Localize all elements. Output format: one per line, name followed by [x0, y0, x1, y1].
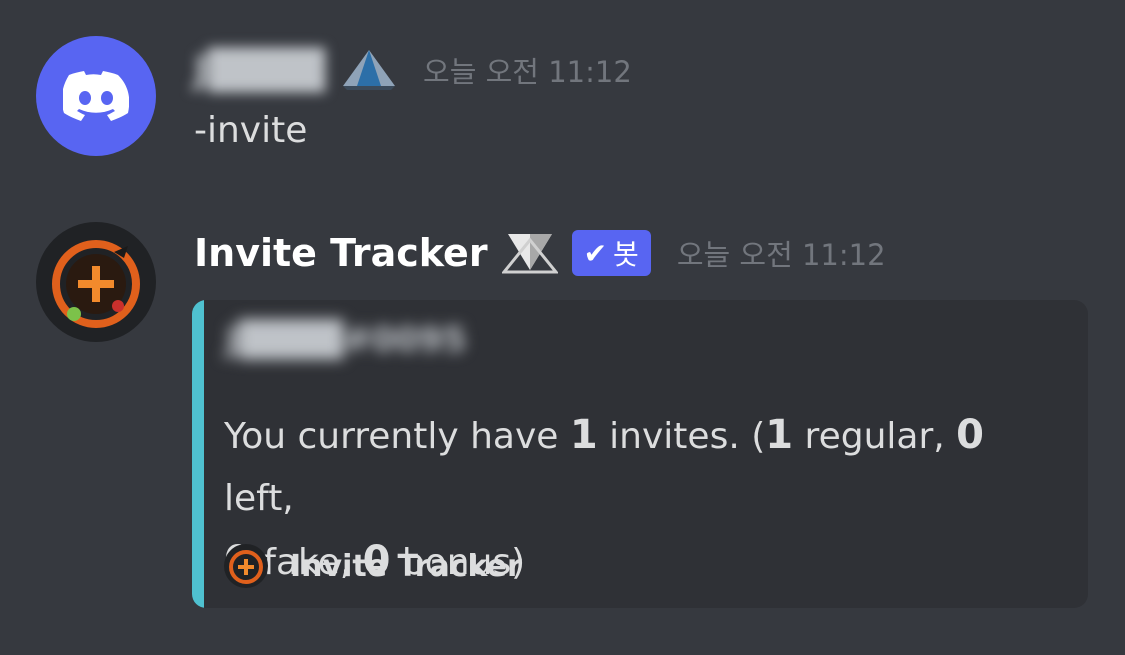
- verified-check-icon: ✔: [583, 236, 608, 270]
- regular-count: 1: [765, 412, 794, 458]
- message-content: -invite: [194, 110, 308, 151]
- invite-tracker-logo-icon: [52, 240, 140, 328]
- prism-badge-icon: [343, 50, 396, 90]
- user-avatar[interactable]: [36, 36, 156, 156]
- embed-footer-text: Invite Tracker: [290, 548, 522, 584]
- embed-author: J████#0095: [226, 320, 467, 360]
- embed: J████#0095 You currently have 1 invites.…: [192, 300, 1088, 608]
- bot-username[interactable]: Invite Tracker: [194, 231, 488, 275]
- desc-text: left,: [224, 478, 294, 519]
- desc-text: invites. (: [597, 416, 766, 457]
- prism-badge-icon: [501, 234, 558, 274]
- desc-text: You currently have: [224, 416, 570, 457]
- embed-footer: Invite Tracker: [224, 544, 522, 588]
- bot-tag-label: 봇: [613, 238, 639, 271]
- discord-logo-icon: [63, 71, 129, 121]
- bot-avatar[interactable]: [36, 222, 156, 342]
- desc-text: regular,: [793, 416, 957, 457]
- footer-logo-icon: [224, 544, 268, 588]
- username[interactable]: J████: [194, 48, 325, 92]
- left-count: 0: [956, 412, 984, 458]
- embed-accent-bar: [192, 300, 204, 608]
- bot-tag: ✔ 봇: [571, 230, 651, 276]
- timestamp[interactable]: 오늘 오전 11:12: [677, 232, 886, 274]
- total-invites: 1: [569, 412, 598, 458]
- timestamp[interactable]: 오늘 오전 11:12: [423, 49, 632, 91]
